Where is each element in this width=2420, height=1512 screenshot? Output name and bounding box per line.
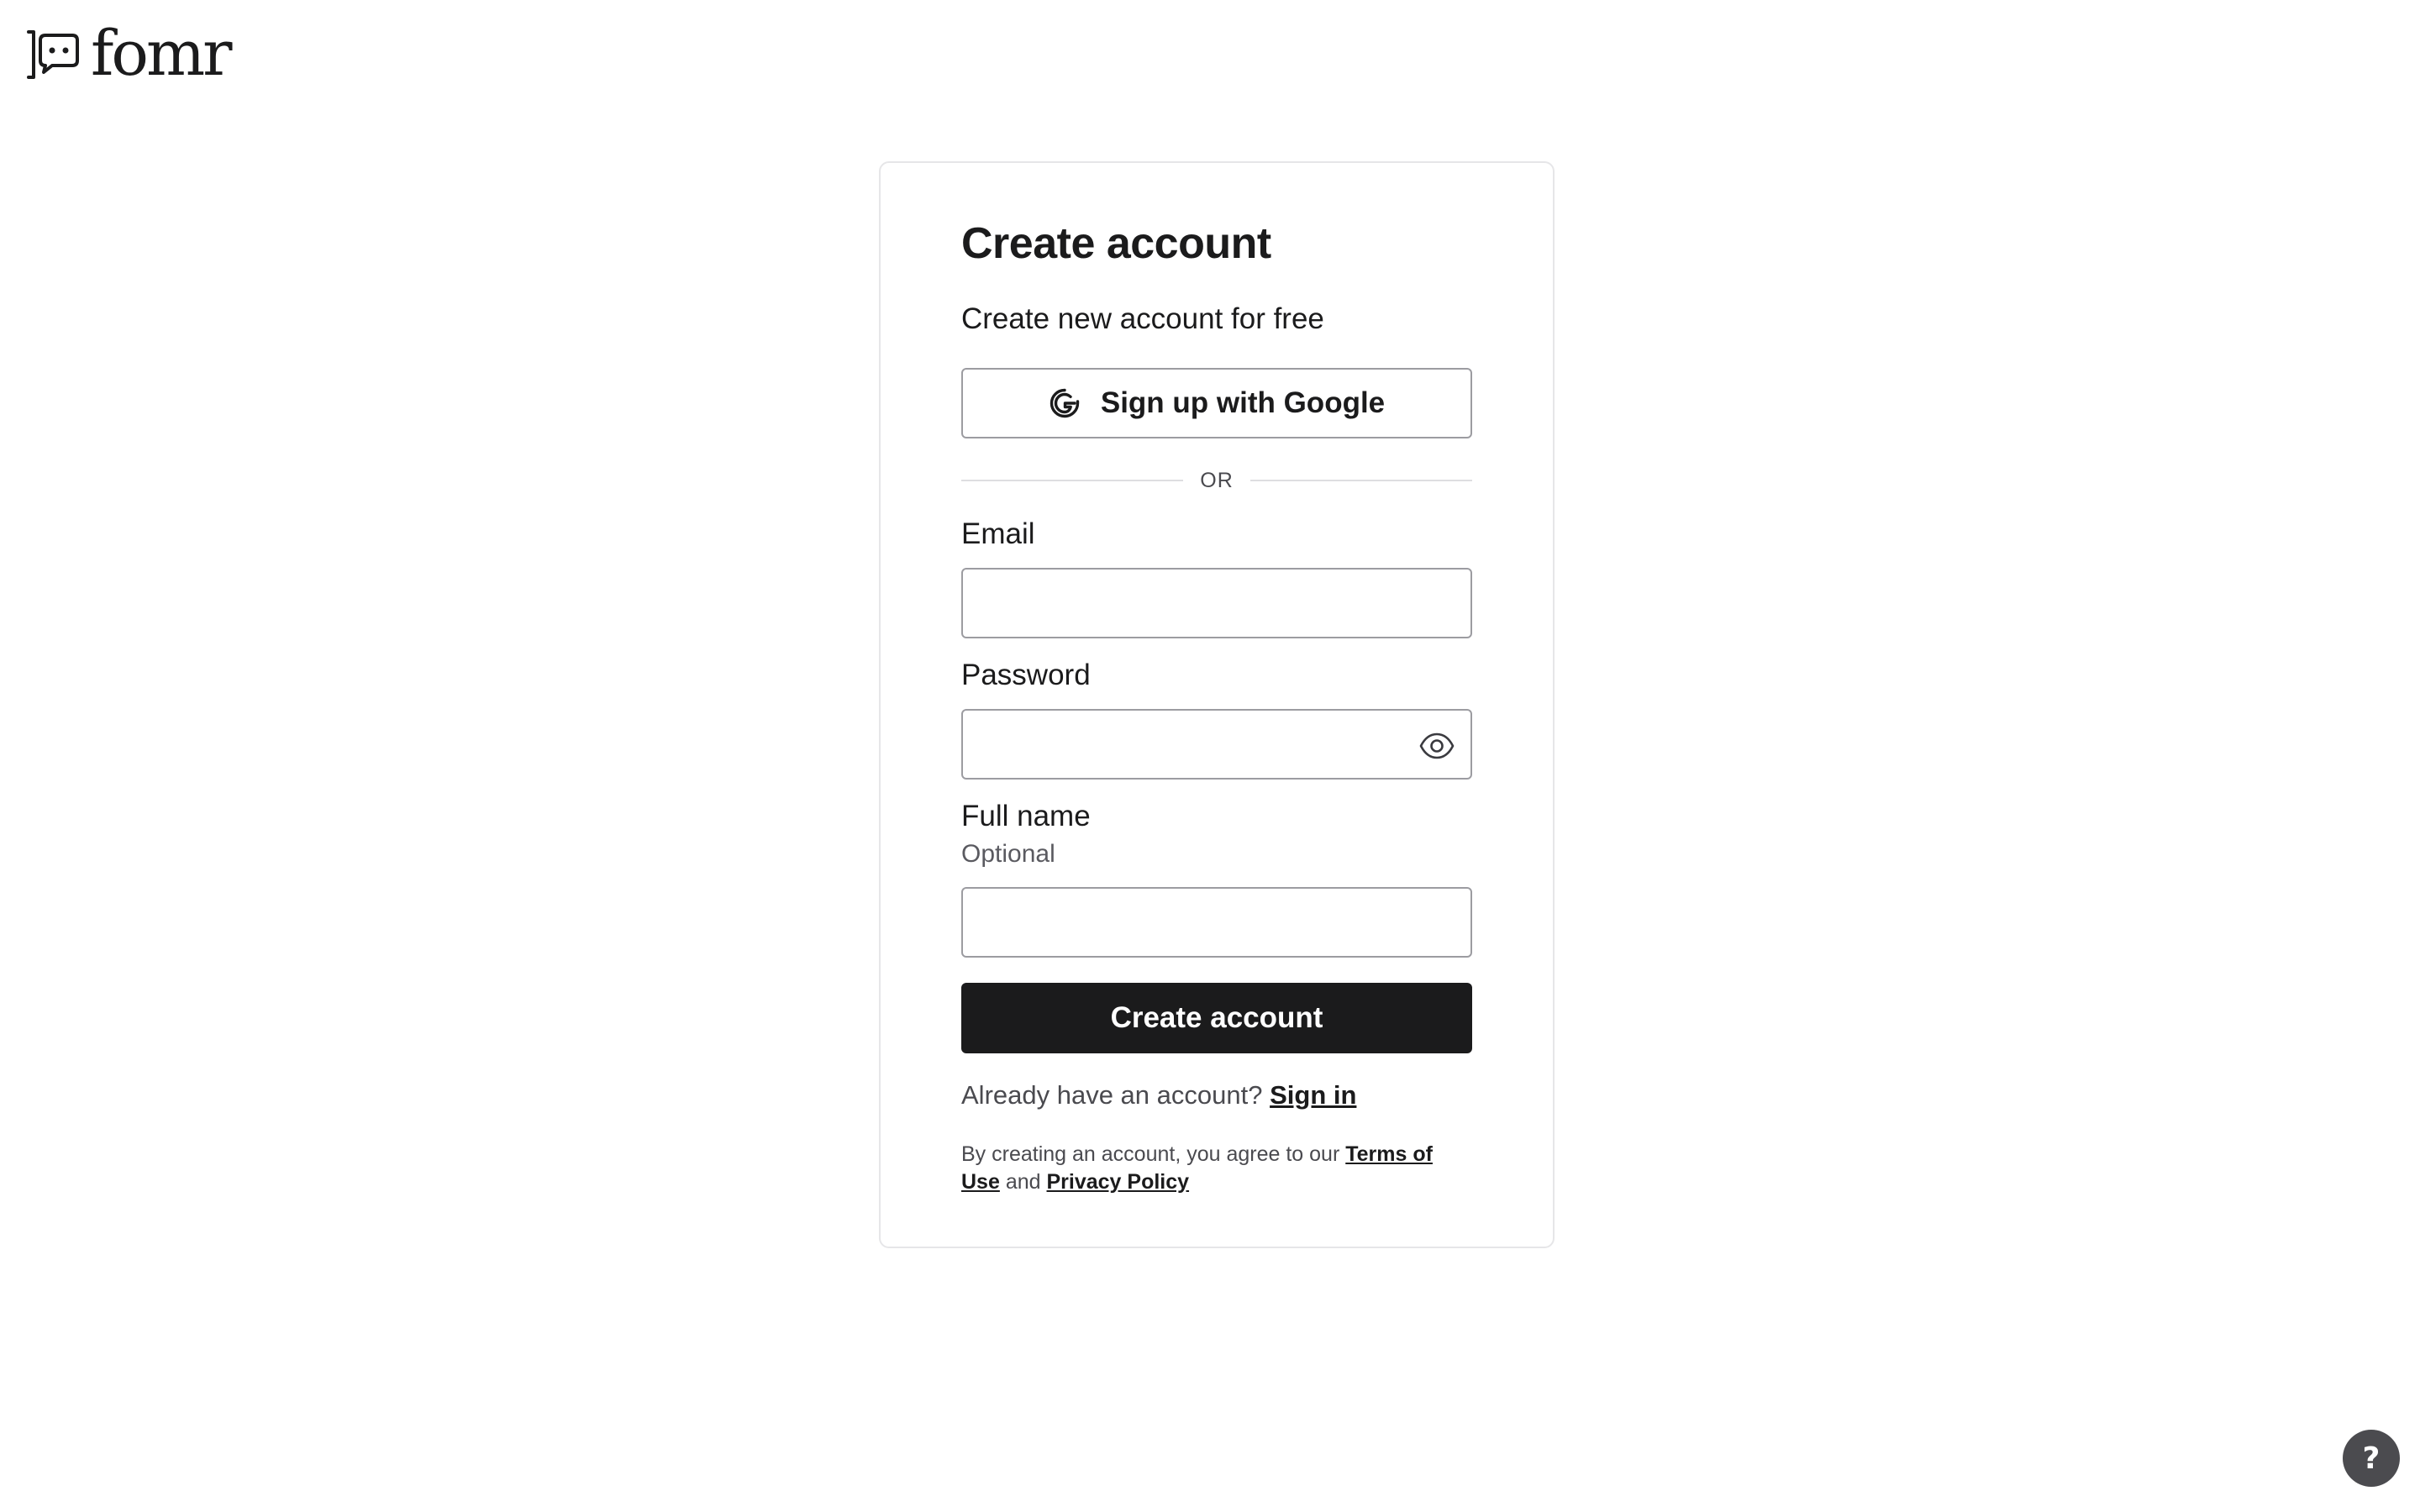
password-field[interactable] bbox=[963, 711, 1470, 778]
show-password-button[interactable] bbox=[1417, 726, 1457, 766]
signin-link[interactable]: Sign in bbox=[1270, 1080, 1356, 1110]
signin-prompt-text: Already have an account? bbox=[961, 1080, 1263, 1110]
google-signup-button[interactable]: Sign up with Google bbox=[961, 368, 1472, 438]
logo-wordmark: fomr bbox=[91, 18, 232, 90]
or-divider: OR bbox=[961, 465, 1472, 496]
legal-notice: By creating an account, you agree to our… bbox=[961, 1141, 1472, 1196]
password-label: Password bbox=[961, 659, 1091, 691]
create-account-button[interactable]: Create account bbox=[961, 983, 1472, 1053]
signin-prompt-row: Already have an account? Sign in bbox=[961, 1080, 1356, 1110]
page-title: Create account bbox=[961, 219, 1271, 268]
create-account-label: Create account bbox=[1110, 1001, 1323, 1034]
full-name-label: Full name bbox=[961, 800, 1091, 832]
email-field-wrapper bbox=[961, 568, 1472, 638]
full-name-hint: Optional bbox=[961, 840, 1055, 868]
google-signup-label: Sign up with Google bbox=[1100, 386, 1386, 419]
email-field[interactable] bbox=[963, 570, 1470, 637]
legal-prefix: By creating an account, you agree to our bbox=[961, 1142, 1340, 1166]
privacy-link[interactable]: Privacy Policy bbox=[1047, 1170, 1190, 1194]
help-icon: ? bbox=[2362, 1441, 2381, 1476]
app-logo[interactable]: fomr bbox=[25, 18, 232, 90]
eye-icon bbox=[1419, 732, 1455, 759]
password-field-wrapper bbox=[961, 709, 1472, 780]
signup-card: Create account Create new account for fr… bbox=[879, 161, 1555, 1248]
legal-conjunction: and bbox=[1005, 1170, 1041, 1194]
email-label: Email bbox=[961, 517, 1035, 550]
help-button[interactable]: ? bbox=[2343, 1430, 2400, 1487]
divider-line-right bbox=[1249, 480, 1472, 481]
divider-text: OR bbox=[1200, 468, 1234, 492]
divider-line-left bbox=[961, 480, 1184, 481]
page-subtitle: Create new account for free bbox=[961, 302, 1324, 335]
full-name-field[interactable] bbox=[963, 889, 1470, 956]
full-name-field-wrapper bbox=[961, 887, 1472, 958]
google-icon bbox=[1050, 388, 1080, 418]
chat-bubble-logo-icon bbox=[27, 30, 79, 79]
